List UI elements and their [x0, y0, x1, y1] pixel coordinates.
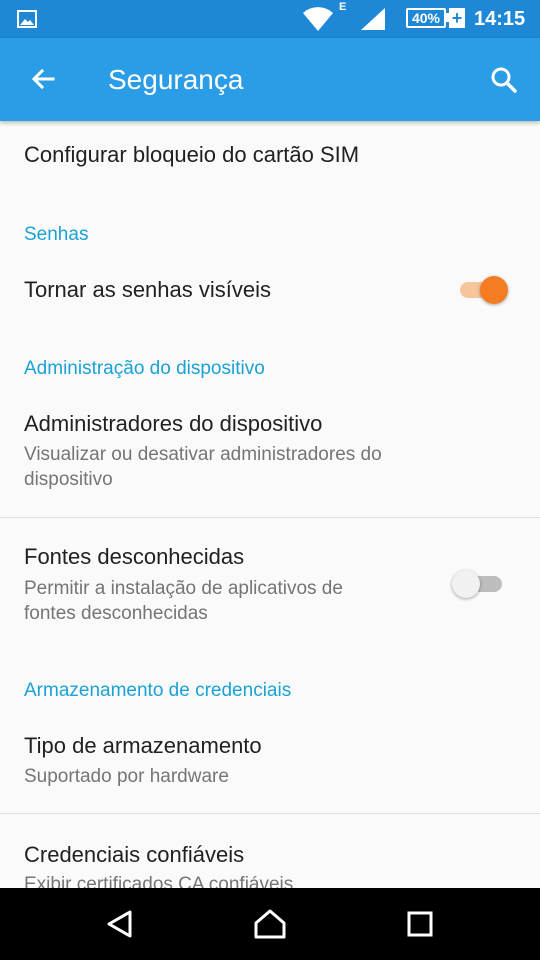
battery-percent: 40%: [411, 10, 441, 26]
nav-back-icon: [107, 910, 132, 938]
search-button[interactable]: [484, 60, 524, 100]
setting-title: Tipo de armazenamento: [24, 733, 262, 758]
section-header-credential-storage: Armazenamento de credenciais: [24, 680, 292, 701]
page-title: Segurança: [108, 64, 244, 95]
search-icon: [491, 67, 517, 93]
nav-home-icon: [254, 909, 286, 939]
app-bar: Segurança: [0, 38, 540, 121]
section-header-device-admin: Administração do dispositivo: [24, 358, 265, 379]
switch-thumb: [480, 276, 508, 304]
nav-back-button[interactable]: [100, 904, 140, 944]
setting-title: Credenciais confiáveis: [24, 842, 245, 867]
gallery-notification-icon: [17, 10, 37, 28]
cell-signal-icon: [361, 8, 385, 30]
back-button[interactable]: [22, 60, 62, 100]
status-bar: E 40% + 14:15: [0, 0, 540, 38]
nav-recents-icon: [407, 911, 433, 937]
network-type-indicator: E: [339, 1, 347, 13]
status-clock: 14:15: [474, 8, 526, 30]
battery-icon: 40%: [406, 8, 446, 28]
setting-title: Tornar as senhas visíveis: [24, 277, 271, 302]
setting-summary: fontes desconhecidas: [24, 603, 208, 624]
wifi-icon: [303, 7, 333, 31]
unknown-sources-setting[interactable]: Fontes desconhecidas Permitir a instalaç…: [0, 518, 540, 652]
switch-thumb: [452, 570, 480, 598]
setting-summary: Exibir certificados CA confiáveis: [24, 874, 294, 888]
storage-type-setting[interactable]: Tipo de armazenamento Suportado por hard…: [0, 711, 540, 813]
setting-summary: Visualizar ou desativar administradores …: [24, 444, 382, 465]
sim-lock-setting[interactable]: Configurar bloqueio do cartão SIM: [0, 121, 540, 199]
system-navigation-bar: [0, 888, 540, 960]
setting-title: Configurar bloqueio do cartão SIM: [24, 142, 360, 167]
settings-list: Configurar bloqueio do cartão SIM Senhas…: [0, 121, 540, 888]
nav-recents-button[interactable]: [400, 904, 440, 944]
setting-title: Administradores do dispositivo: [24, 411, 323, 436]
device-admins-setting[interactable]: Administradores do dispositivo Visualiza…: [0, 389, 540, 517]
setting-summary: dispositivo: [24, 469, 113, 490]
setting-title: Fontes desconhecidas: [24, 544, 245, 569]
section-header-passwords: Senhas: [24, 224, 89, 245]
setting-summary: Suportado por hardware: [24, 766, 229, 787]
show-passwords-setting[interactable]: Tornar as senhas visíveis: [0, 255, 540, 325]
trusted-credentials-setting[interactable]: Credenciais confiáveis Exibir certificad…: [0, 814, 540, 888]
charging-icon: +: [449, 8, 465, 28]
arrow-back-icon: [31, 68, 55, 90]
setting-summary: Permitir a instalação de aplicativos de: [24, 578, 343, 599]
nav-home-button[interactable]: [250, 904, 290, 944]
